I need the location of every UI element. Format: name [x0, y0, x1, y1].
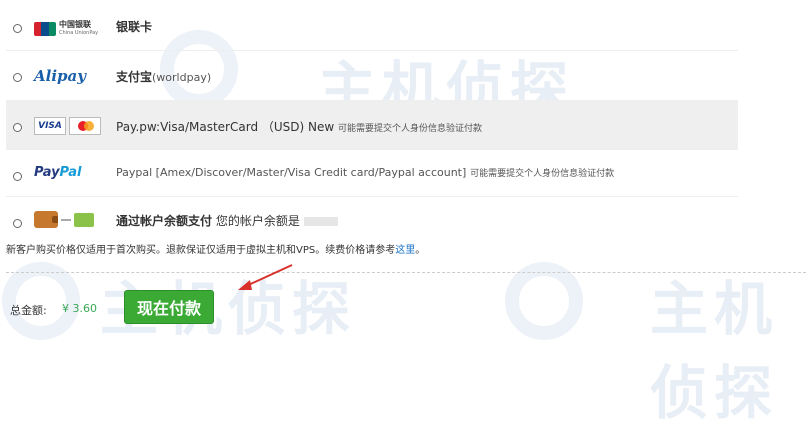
- annotation-arrow-icon: [238, 264, 293, 290]
- visa-mastercard-logo-icon: VISA: [34, 117, 101, 135]
- payment-option-visa-mastercard[interactable]: VISA Pay.pw:Visa/MasterCard （USD) New 可能…: [6, 101, 738, 150]
- visa-logo-icon: VISA: [34, 117, 66, 135]
- pricing-notice: 新客户购买价格仅适用于首次购买。退款保证仅适用于虚拟主机和VPS。续费价格请参考…: [6, 241, 425, 256]
- total-label: 总金额:: [10, 304, 47, 317]
- radio-unionpay[interactable]: [13, 24, 22, 33]
- payment-label-visa-mastercard: Pay.pw:Visa/MasterCard （USD) New: [116, 120, 335, 134]
- paypal-logo-part2: Pal: [59, 165, 82, 180]
- payment-note-visa-mastercard: 可能需要提交个人身份信息验证付款: [338, 124, 483, 134]
- watermark-logo-icon: [505, 262, 583, 340]
- radio-alipay[interactable]: [13, 73, 22, 82]
- paypal-logo-part1: Pay: [34, 165, 60, 180]
- radio-visa-mastercard[interactable]: [13, 123, 22, 132]
- watermark-brand-text: 主机侦探: [650, 275, 779, 427]
- notice-link[interactable]: 这里: [395, 245, 415, 256]
- alipay-logo-icon: Alipay: [34, 67, 86, 85]
- paypal-logo-icon: Pay Pal: [34, 165, 81, 180]
- pay-now-button[interactable]: 现在付款: [124, 290, 214, 324]
- payment-option-paypal[interactable]: Pay Pal Paypal [Amex/Discover/Master/Visa…: [6, 150, 738, 197]
- balance-prefix: 您的帐户余额是: [215, 214, 300, 228]
- payment-label-alipay-en: (worldpay): [152, 71, 212, 84]
- unionpay-logo-cn: 中国银联: [59, 20, 91, 29]
- wallet-icon: [34, 211, 94, 228]
- mastercard-logo-icon: [69, 117, 101, 135]
- payment-option-unionpay[interactable]: 中国银联 China UnionPay 银联卡: [6, 0, 738, 51]
- notice-end: 。: [415, 245, 426, 256]
- radio-balance[interactable]: [13, 219, 22, 228]
- payment-label-balance: 通过帐户余额支付: [116, 214, 213, 228]
- payment-note-paypal: 可能需要提交个人身份信息验证付款: [470, 169, 615, 179]
- payment-option-balance[interactable]: 通过帐户余额支付 您的帐户余额是: [6, 197, 738, 243]
- payment-label-unionpay: 银联卡: [116, 20, 153, 34]
- notice-text: 新客户购买价格仅适用于首次购买。退款保证仅适用于虚拟主机和VPS。续费价格请参考: [6, 245, 396, 256]
- unionpay-logo-icon: 中国银联 China UnionPay: [34, 20, 98, 38]
- unionpay-logo-en: China UnionPay: [59, 30, 99, 36]
- payment-method-list: 中国银联 China UnionPay 银联卡 Alipay 支付宝(world…: [6, 0, 738, 243]
- total-amount: ¥ 3.60: [62, 302, 97, 315]
- radio-paypal[interactable]: [13, 172, 22, 181]
- divider: [6, 272, 806, 273]
- balance-amount-blurred: [303, 217, 338, 226]
- watermark-logo-icon: [2, 262, 80, 340]
- payment-label-paypal: Paypal [Amex/Discover/Master/Visa Credit…: [116, 166, 467, 179]
- payment-option-alipay[interactable]: Alipay 支付宝(worldpay): [6, 51, 738, 101]
- payment-label-alipay: 支付宝: [116, 70, 153, 84]
